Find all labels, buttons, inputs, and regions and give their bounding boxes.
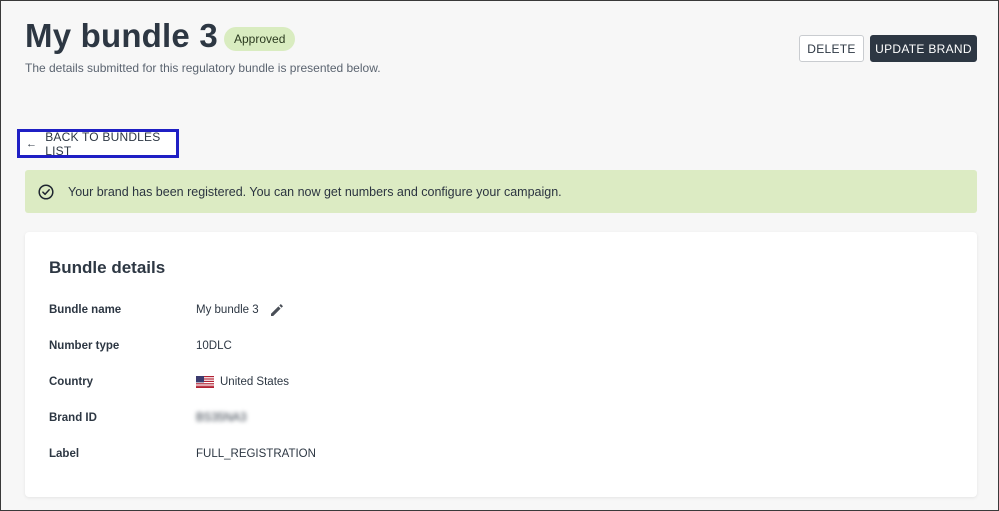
brand-id-value: BS35NA3 — [196, 412, 247, 424]
us-flag-icon — [196, 376, 214, 388]
detail-row-country: Country United States — [49, 374, 289, 390]
back-to-bundles-link[interactable]: ← BACK TO BUNDLES LIST — [17, 129, 179, 158]
update-brand-button[interactable]: UPDATE BRAND — [870, 35, 977, 62]
arrow-left-icon: ← — [26, 137, 38, 150]
detail-label: Brand ID — [49, 412, 97, 424]
detail-value: United States — [196, 376, 289, 388]
status-badge: Approved — [224, 27, 296, 51]
check-circle-icon — [38, 183, 54, 200]
page-title: My bundle 3 — [25, 17, 218, 54]
alert-message: Your brand has been registered. You can … — [68, 184, 562, 199]
page-subtitle: The details submitted for this regulator… — [25, 61, 381, 75]
detail-label: Bundle name — [49, 304, 122, 316]
label-value: FULL_REGISTRATION — [196, 448, 316, 460]
detail-row-bundle-name: Bundle name My bundle 3 — [49, 302, 285, 318]
detail-label: Number type — [49, 340, 120, 352]
success-alert: Your brand has been registered. You can … — [25, 170, 977, 213]
detail-label: Country — [49, 376, 94, 388]
bundle-details-title: Bundle details — [49, 258, 166, 277]
bundle-name-value: My bundle 3 — [196, 304, 259, 316]
detail-row-label: Label FULL_REGISTRATION — [49, 446, 316, 462]
detail-label: Label — [49, 448, 80, 460]
detail-row-number-type: Number type 10DLC — [49, 338, 232, 354]
number-type-value: 10DLC — [196, 340, 232, 352]
detail-row-brand-id: Brand ID BS35NA3 — [49, 410, 247, 426]
country-value: United States — [220, 376, 290, 388]
pencil-icon[interactable] — [269, 302, 285, 318]
back-link-label: BACK TO BUNDLES LIST — [45, 129, 161, 158]
delete-button[interactable]: DELETE — [799, 35, 864, 62]
bundle-details-card: Bundle details Bundle name My bundle 3 N… — [25, 232, 977, 497]
detail-value: My bundle 3 — [196, 302, 285, 318]
